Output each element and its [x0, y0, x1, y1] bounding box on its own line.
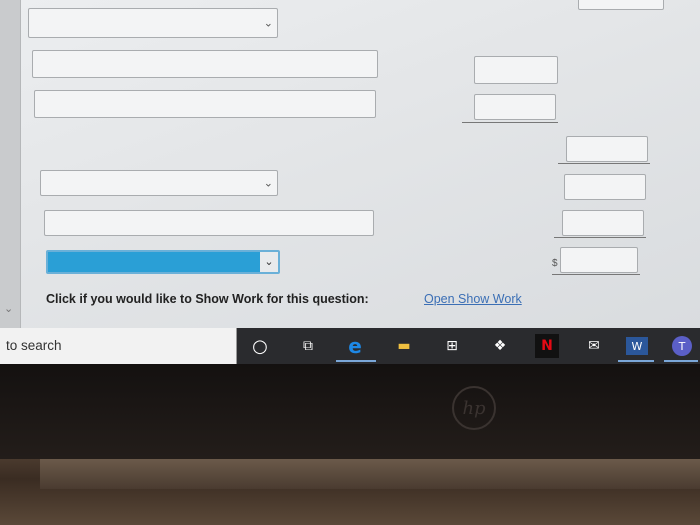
chevron-down-icon[interactable]: ⌄	[4, 302, 13, 315]
store-icon[interactable]: ⊞	[440, 334, 464, 358]
word-icon[interactable]: W	[626, 337, 648, 355]
active-app-indicator	[336, 360, 376, 362]
open-show-work-link[interactable]: Open Show Work	[424, 292, 522, 306]
open-app-indicator	[618, 360, 654, 362]
laptop-hinge	[40, 459, 700, 489]
chevron-down-icon: ⌄	[263, 16, 273, 30]
windows-taskbar: to search ○ ⧉ e ▬ ⊞ ❖ N ✉ W T	[0, 328, 700, 364]
edge-browser-icon[interactable]: e	[343, 334, 367, 358]
chevron-down-icon: ⌄	[263, 176, 273, 190]
task-view-icon[interactable]: ⧉	[296, 334, 320, 358]
chevron-down-icon: ⌄	[260, 252, 278, 272]
show-work-prompt: Click if you would like to Show Work for…	[46, 292, 369, 306]
amount-field-2[interactable]	[474, 94, 556, 120]
text-field-3[interactable]	[44, 210, 374, 236]
amount-field-4[interactable]	[564, 174, 646, 200]
browser-viewport: ⌄ ⌄ ⌄ ⌄ $ Click if you would like to Sho…	[0, 0, 700, 330]
subtotal-underline	[462, 122, 558, 123]
open-app-indicator	[664, 360, 698, 362]
left-scroll-bar[interactable]: ⌄	[0, 0, 21, 330]
account-select-1[interactable]: ⌄	[28, 8, 278, 38]
dropbox-icon[interactable]: ❖	[488, 334, 512, 358]
taskbar-search-box[interactable]: to search	[0, 328, 237, 364]
total-amount-field[interactable]	[560, 247, 638, 273]
text-field-1[interactable]	[32, 50, 378, 78]
amount-field-3[interactable]	[566, 136, 648, 162]
netflix-icon[interactable]: N	[535, 334, 559, 358]
account-select-active[interactable]: ⌄	[46, 250, 280, 274]
amount-field-1[interactable]	[474, 56, 558, 84]
laptop-bezel: hp	[0, 364, 700, 459]
text-field-2[interactable]	[34, 90, 376, 118]
amount-field-5[interactable]	[562, 210, 644, 236]
teams-icon[interactable]: T	[672, 336, 692, 356]
total-underline	[554, 237, 646, 238]
hp-logo: hp	[452, 386, 496, 430]
cortana-circle-icon[interactable]: ○	[248, 334, 272, 358]
subtotal-underline	[558, 163, 650, 164]
search-placeholder: to search	[6, 338, 62, 353]
account-select-2[interactable]: ⌄	[40, 170, 278, 196]
mail-icon[interactable]: ✉	[582, 334, 606, 358]
top-right-field[interactable]	[578, 0, 664, 10]
double-underline	[552, 274, 640, 275]
file-explorer-icon[interactable]: ▬	[392, 334, 416, 358]
currency-symbol: $	[552, 258, 558, 269]
laptop-keyboard-deck	[0, 459, 700, 525]
